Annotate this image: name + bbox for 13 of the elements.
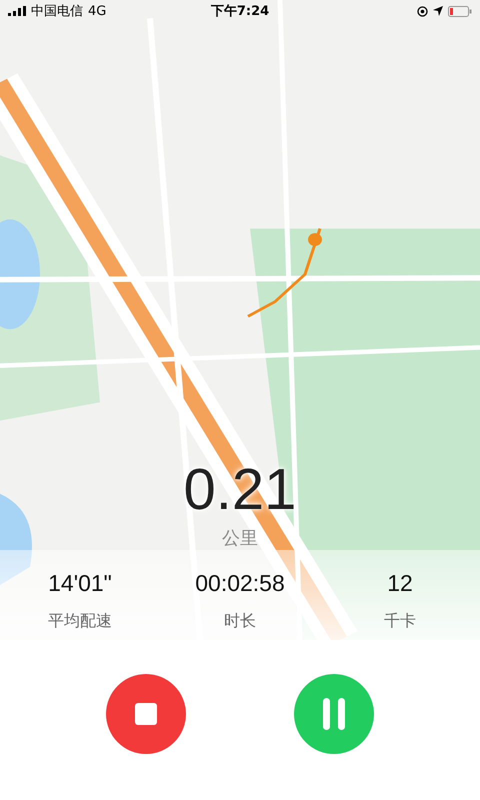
battery-icon xyxy=(448,6,472,16)
stat-value: 12 xyxy=(387,570,413,597)
network-type: 4G xyxy=(88,4,106,18)
stat-value: 00:02:58 xyxy=(195,570,285,597)
signal-icon xyxy=(8,6,26,16)
distance-unit: 公里 xyxy=(222,527,258,550)
stat-value: 14'01" xyxy=(48,570,112,597)
stat-label: 平均配速 xyxy=(48,611,112,632)
stat-label: 时长 xyxy=(224,611,256,632)
location-arrow-icon xyxy=(433,6,443,16)
carrier-name: 中国电信 xyxy=(31,3,83,20)
clock-time: 下午7:24 xyxy=(210,3,270,20)
stat-label: 千卡 xyxy=(384,611,416,632)
